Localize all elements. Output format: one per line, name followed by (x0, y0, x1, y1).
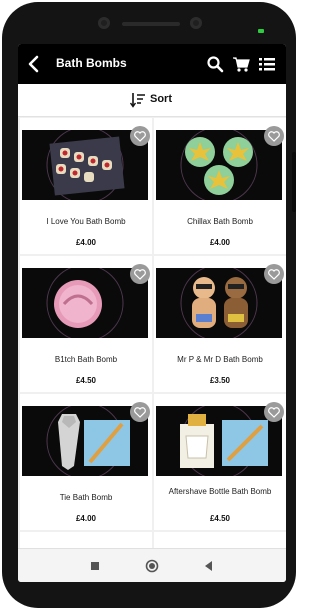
phone-side-button (292, 152, 296, 212)
cart-icon[interactable] (232, 55, 250, 73)
system-nav-bar (18, 548, 286, 582)
product-card[interactable]: Tie Bath Bomb £4.00 (20, 394, 152, 530)
favorite-heart-icon[interactable] (264, 264, 284, 284)
product-card-partial[interactable] (154, 532, 286, 548)
back-arrow-icon[interactable] (24, 54, 44, 74)
product-grid: I Love You Bath Bomb £4.00 Chillax Bath … (18, 116, 286, 548)
product-card-partial[interactable] (20, 532, 152, 548)
app-bar: Bath Bombs (18, 44, 286, 84)
product-card[interactable]: Mr P & Mr D Bath Bomb £3.50 (154, 256, 286, 392)
favorite-heart-icon[interactable] (130, 126, 150, 146)
product-card[interactable]: I Love You Bath Bomb £4.00 (20, 118, 152, 254)
back-triangle-icon[interactable] (202, 559, 216, 573)
recent-apps-icon[interactable] (88, 559, 102, 573)
product-image (22, 130, 148, 200)
product-price: £4.50 (75, 376, 97, 385)
phone-frame: Bath Bombs Sort I Love You Bath Bomb £4.… (2, 2, 296, 608)
list-menu-icon[interactable] (258, 55, 276, 73)
notification-led (258, 29, 264, 33)
product-image (22, 406, 148, 476)
product-name: Chillax Bath Bomb (187, 217, 253, 226)
product-card[interactable]: B1tch Bath Bomb £4.50 (20, 256, 152, 392)
product-name: I Love You Bath Bomb (46, 217, 126, 226)
sort-icon (130, 93, 145, 108)
product-name: Mr P & Mr D Bath Bomb (177, 355, 263, 364)
sort-button[interactable]: Sort (18, 84, 286, 117)
product-price: £4.00 (209, 238, 231, 247)
product-image (156, 406, 282, 476)
product-price: £4.00 (75, 238, 97, 247)
product-image (156, 130, 282, 200)
page-title: Bath Bombs (56, 56, 127, 70)
product-name: B1tch Bath Bomb (54, 355, 118, 364)
front-camera-icon (98, 17, 110, 29)
app-screen: Bath Bombs Sort I Love You Bath Bomb £4.… (18, 44, 286, 582)
product-image (22, 268, 148, 338)
sort-label: Sort (150, 93, 172, 105)
favorite-heart-icon[interactable] (264, 402, 284, 422)
phone-speaker (122, 22, 180, 26)
product-card[interactable]: Aftershave Bottle Bath Bomb £4.50 (154, 394, 286, 530)
product-price: £4.50 (209, 514, 231, 523)
favorite-heart-icon[interactable] (264, 126, 284, 146)
product-price: £4.00 (75, 514, 97, 523)
home-icon[interactable] (145, 559, 159, 573)
product-card[interactable]: Chillax Bath Bomb £4.00 (154, 118, 286, 254)
search-icon[interactable] (206, 55, 224, 73)
favorite-heart-icon[interactable] (130, 402, 150, 422)
product-image (156, 268, 282, 338)
front-sensor-icon (190, 17, 202, 29)
favorite-heart-icon[interactable] (130, 264, 150, 284)
product-price: £3.50 (209, 376, 231, 385)
product-name: Tie Bath Bomb (59, 493, 113, 502)
product-name: Aftershave Bottle Bath Bomb (168, 487, 272, 496)
